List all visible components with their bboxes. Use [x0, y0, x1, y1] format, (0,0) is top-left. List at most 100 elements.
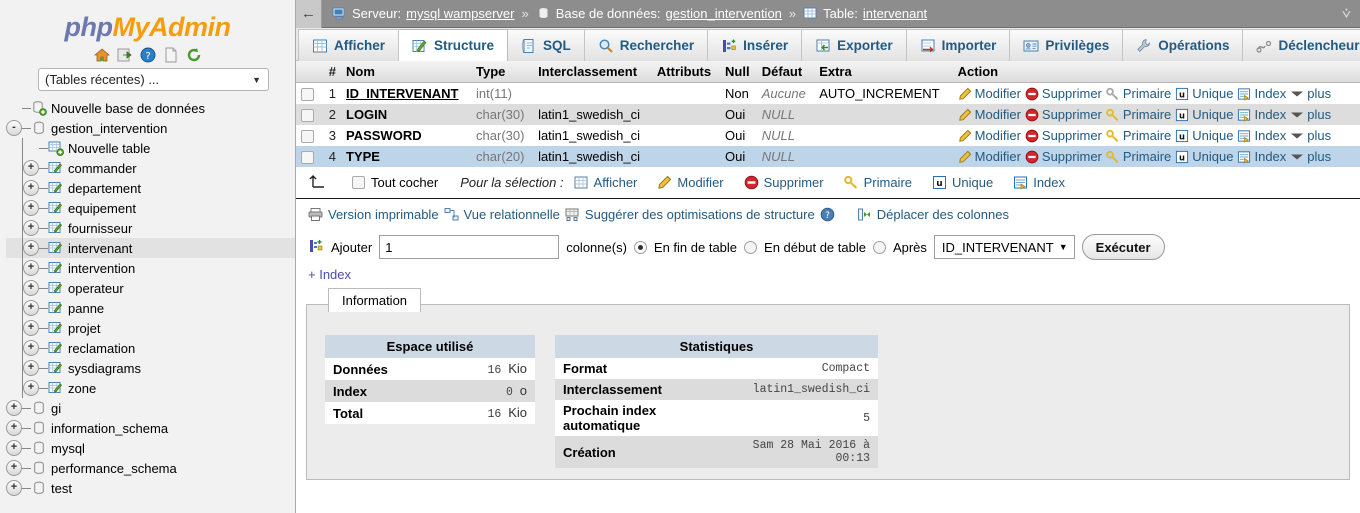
tree-toggle-expand[interactable]: + — [23, 220, 39, 236]
tree-toggle-expand[interactable]: + — [23, 320, 39, 336]
check-all-control[interactable]: Tout cocher — [352, 175, 438, 190]
sidebar-item-commander[interactable]: + commander — [6, 158, 295, 178]
breadcrumb-db-link[interactable]: gestion_intervention — [666, 6, 782, 21]
sidebar-item-operateur[interactable]: + operateur — [6, 278, 295, 298]
sidebar-item-test[interactable]: + test — [6, 478, 295, 498]
row-checkbox-cell[interactable] — [296, 82, 319, 105]
action-supprimer[interactable]: Supprimer — [1025, 128, 1102, 143]
row-checkbox-cell[interactable] — [296, 125, 319, 147]
tree-toggle-expand[interactable]: + — [23, 240, 39, 256]
action-primaire[interactable]: Primaire — [1106, 149, 1171, 164]
action-modifier[interactable]: Modifier — [958, 149, 1021, 164]
sidebar-item-zone[interactable]: + zone — [6, 378, 295, 398]
sidebar-item-sysdiagrams[interactable]: + sysdiagrams — [6, 358, 295, 378]
tab-privil-ges[interactable]: Privilèges — [1010, 29, 1124, 61]
action-plus[interactable]: plus — [1290, 128, 1331, 143]
action-primaire[interactable]: Primaire — [1106, 128, 1171, 143]
sidebar-item-nouvelle-base-de-donn-es[interactable]: Nouvelle base de données — [6, 98, 295, 118]
action-index[interactable]: Index — [1237, 107, 1286, 122]
tab-afficher[interactable]: Afficher — [298, 29, 400, 61]
tree-toggle-expand[interactable]: + — [23, 260, 39, 276]
row-checkbox[interactable] — [301, 151, 314, 165]
reload-icon[interactable] — [186, 47, 202, 63]
sidebar-item-fournisseur[interactable]: + fournisseur — [6, 218, 295, 238]
col-header-null[interactable]: Null — [720, 61, 757, 83]
sidebar-item-intervenant[interactable]: + intervenant — [6, 238, 295, 258]
add-index-link[interactable]: + Index — [308, 267, 351, 282]
action-unique[interactable]: u Unique — [1175, 149, 1233, 164]
back-button[interactable]: ← — [296, 0, 322, 28]
tree-toggle-expand[interactable]: + — [6, 400, 22, 416]
tab-information[interactable]: Information — [328, 288, 422, 313]
action-index[interactable]: Index — [1237, 128, 1286, 143]
row-column-name[interactable]: LOGIN — [341, 104, 472, 126]
tab-exporter[interactable]: Exporter — [802, 29, 907, 61]
col-header-attributes[interactable]: Attributs — [651, 61, 721, 83]
tree-toggle-expand[interactable]: + — [23, 160, 39, 176]
row-column-name[interactable]: PASSWORD — [341, 125, 472, 147]
table-row[interactable]: 3 PASSWORD char(30) latin1_swedish_ci Oui NUL… — [296, 125, 1360, 147]
add-column-count-input[interactable] — [379, 235, 560, 260]
bulk-action-afficher[interactable]: Afficher — [574, 175, 637, 190]
sidebar-item-projet[interactable]: + projet — [6, 318, 295, 338]
col-header-collation[interactable]: Interclassement — [533, 61, 652, 83]
home-icon[interactable] — [93, 47, 110, 63]
row-column-name[interactable]: ID_INTERVENANT — [341, 82, 472, 105]
radio-begin-of-table[interactable] — [744, 240, 758, 254]
sidebar-item-nouvelle-table[interactable]: Nouvelle table — [6, 138, 295, 158]
radio-after-column[interactable] — [872, 240, 886, 254]
bulk-action-modifier[interactable]: Modifier — [657, 175, 724, 190]
breadcrumb-server-link[interactable]: mysql wampserver — [406, 6, 514, 21]
after-column-select[interactable]: ID_INTERVENANT ▼ — [933, 235, 1075, 260]
collapse-icon[interactable]: ⩒ — [1342, 5, 1360, 22]
phpmyadmin-logo[interactable]: phpMyAdmin — [0, 0, 295, 45]
tab-d-clencheurs[interactable]: Déclencheurs — [1243, 29, 1360, 61]
table-row[interactable]: 4 TYPE char(20) latin1_swedish_ci Oui NULL Mod… — [296, 146, 1360, 168]
tab-rechercher[interactable]: Rechercher — [584, 29, 709, 61]
action-supprimer[interactable]: Supprimer — [1025, 149, 1102, 164]
action-index[interactable]: Index — [1237, 86, 1286, 101]
action-plus[interactable]: plus — [1290, 149, 1331, 164]
recent-tables-select[interactable]: (Tables récentes) ... ▼ — [38, 68, 269, 91]
col-header-default[interactable]: Défaut — [756, 61, 815, 83]
sidebar-item-equipement[interactable]: + equipement — [6, 198, 295, 218]
tab-ins-rer[interactable]: Insérer — [708, 29, 803, 61]
sidebar-item-gi[interactable]: + gi — [6, 398, 295, 418]
docs-icon[interactable] — [163, 47, 179, 63]
bulk-action-unique[interactable]: u Unique — [932, 175, 993, 190]
tab-structure[interactable]: Structure — [399, 29, 509, 61]
tree-toggle-expand[interactable]: + — [23, 300, 39, 316]
row-checkbox[interactable] — [301, 88, 314, 102]
action-modifier[interactable]: Modifier — [958, 128, 1021, 143]
tree-toggle-expand[interactable]: + — [6, 420, 22, 436]
printable-view-link[interactable]: Version imprimable — [328, 207, 439, 222]
row-column-name[interactable]: TYPE — [341, 146, 472, 168]
table-row[interactable]: 2 LOGIN char(30) latin1_swedish_ci Oui NULL Mo… — [296, 104, 1360, 126]
sidebar-item-reclamation[interactable]: + reclamation — [6, 338, 295, 358]
tree-toggle-collapse[interactable]: - — [6, 120, 22, 136]
tab-sql[interactable]: SQL — [508, 29, 585, 61]
execute-button[interactable]: Exécuter — [1081, 234, 1165, 261]
bulk-action-primaire[interactable]: Primaire — [843, 175, 912, 190]
sidebar-item-departement[interactable]: + departement — [6, 178, 295, 198]
tree-toggle-expand[interactable]: + — [23, 180, 39, 196]
action-modifier[interactable]: Modifier — [958, 86, 1021, 101]
table-row[interactable]: 1 ID_INTERVENANT int(11) Non Aucune AUTO_INCR… — [296, 82, 1360, 105]
action-supprimer[interactable]: Supprimer — [1025, 86, 1102, 101]
col-header-extra[interactable]: Extra — [814, 61, 953, 83]
check-all-checkbox[interactable] — [352, 176, 365, 190]
suggest-optimizations-link[interactable]: Suggérer des optimisations de structure — [585, 207, 815, 222]
breadcrumb-table-link[interactable]: intervenant — [863, 6, 927, 21]
col-header-name[interactable]: Nom — [341, 61, 472, 83]
action-plus[interactable]: plus — [1290, 86, 1331, 101]
row-checkbox-cell[interactable] — [296, 146, 319, 168]
move-columns-link[interactable]: Déplacer des colonnes — [877, 207, 1009, 222]
sidebar-item-gestion-intervention[interactable]: - gestion_intervention — [6, 118, 295, 138]
row-checkbox[interactable] — [301, 109, 314, 123]
relational-view-link[interactable]: Vue relationnelle — [464, 207, 560, 222]
bulk-action-supprimer[interactable]: Supprimer — [744, 175, 824, 190]
bulk-action-index[interactable]: Index — [1013, 175, 1065, 190]
row-checkbox-cell[interactable] — [296, 104, 319, 126]
radio-end-of-table[interactable] — [633, 240, 647, 254]
action-unique[interactable]: u Unique — [1175, 107, 1233, 122]
